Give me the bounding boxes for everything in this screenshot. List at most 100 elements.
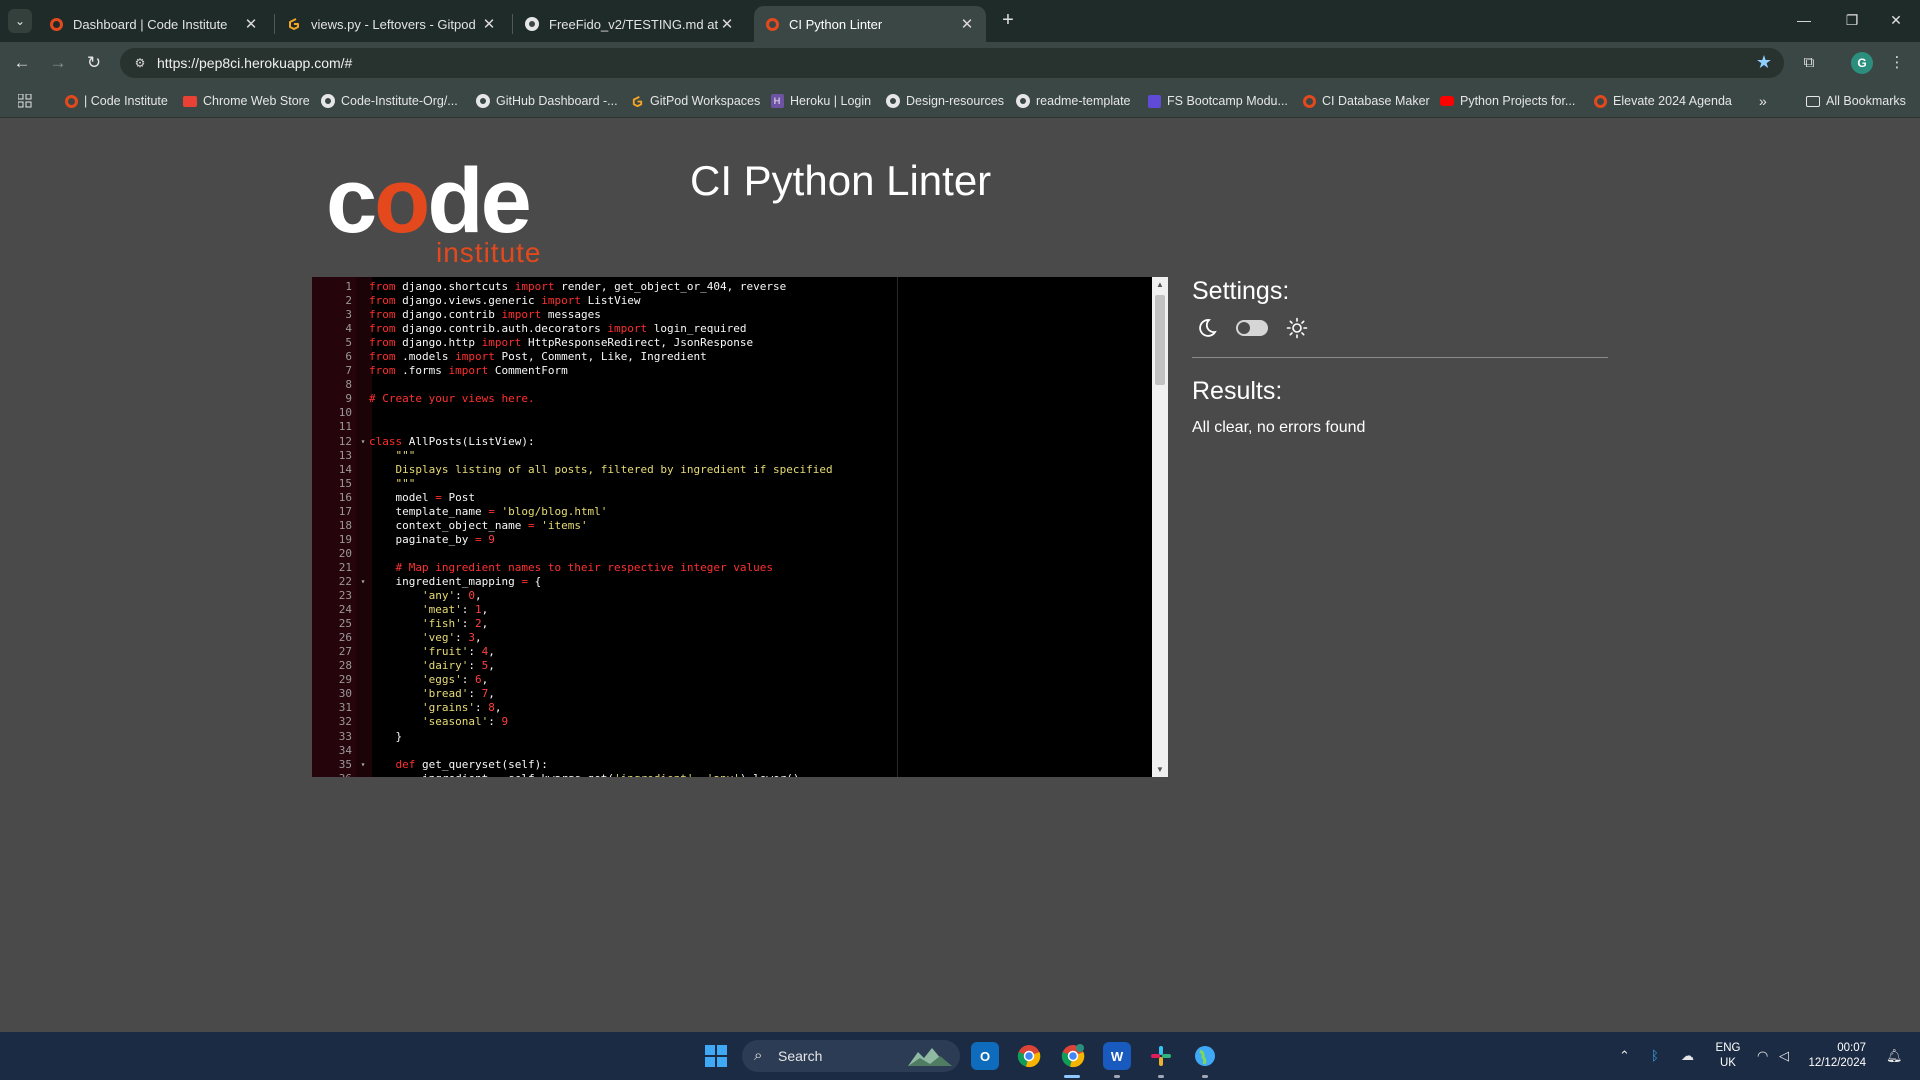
site-settings-icon[interactable]: ⚙ bbox=[132, 55, 148, 71]
scrollbar-thumb[interactable] bbox=[1155, 295, 1165, 385]
code-line[interactable]: 18 context_object_name = 'items' bbox=[312, 519, 1152, 533]
bookmark-item[interactable]: | Code Institute bbox=[64, 92, 168, 110]
word-icon[interactable]: W bbox=[1103, 1042, 1131, 1070]
code-line[interactable]: 20 bbox=[312, 547, 1152, 561]
bookmark-item[interactable]: Python Projects for... bbox=[1440, 92, 1575, 110]
bookmark-item[interactable]: Chrome Web Store bbox=[183, 92, 310, 110]
system-clock[interactable]: 00:07 12/12/2024 bbox=[1808, 1041, 1866, 1071]
code-line[interactable]: 35 ▾ def get_queryset(self): bbox=[312, 758, 1152, 772]
code-line[interactable]: 9 # Create your views here. bbox=[312, 392, 1152, 406]
window-close-button[interactable]: ✕ bbox=[1876, 8, 1916, 32]
code-line[interactable]: 15 """ bbox=[312, 477, 1152, 491]
code-line[interactable]: 23 'any': 0, bbox=[312, 589, 1152, 603]
scroll-up-icon[interactable]: ▲ bbox=[1152, 280, 1168, 289]
tray-overflow-icon[interactable]: ⌃ bbox=[1619, 1048, 1630, 1064]
globe-icon[interactable] bbox=[1191, 1042, 1219, 1070]
code-line[interactable]: 14 Displays listing of all posts, filter… bbox=[312, 463, 1152, 477]
bookmark-star-icon[interactable]: ★ bbox=[1756, 52, 1772, 73]
restore-button[interactable]: ❐ bbox=[1832, 8, 1872, 32]
code-line[interactable]: 34 bbox=[312, 744, 1152, 758]
windows-start-icon[interactable] bbox=[705, 1045, 727, 1067]
code-line[interactable]: 3 from django.contrib import messages bbox=[312, 308, 1152, 322]
code-line[interactable]: 33 } bbox=[312, 730, 1152, 744]
bookmark-item[interactable]: FS Bootcamp Modu... bbox=[1147, 92, 1288, 110]
code-line[interactable]: 28 'dairy': 5, bbox=[312, 659, 1152, 673]
close-icon[interactable]: ✕ bbox=[242, 15, 260, 33]
chrome-profile-icon[interactable] bbox=[1059, 1042, 1087, 1070]
menu-icon[interactable]: ⋮ bbox=[1885, 51, 1909, 75]
code-line[interactable]: 4 from django.contrib.auth.decorators imp… bbox=[312, 322, 1152, 336]
bookmark-item[interactable]: CI Database Maker bbox=[1302, 92, 1430, 110]
moon-icon[interactable] bbox=[1196, 317, 1218, 339]
close-icon[interactable]: ✕ bbox=[480, 15, 498, 33]
forward-button[interactable]: → bbox=[46, 51, 70, 75]
cloud-icon[interactable]: ☁ bbox=[1681, 1048, 1694, 1064]
code-line[interactable]: 32 'seasonal': 9 bbox=[312, 715, 1152, 729]
notification-bell-icon[interactable]: 🔔︎ bbox=[1886, 1048, 1903, 1064]
address-bar[interactable]: ⚙ https://pep8ci.herokuapp.com/# ★ bbox=[120, 48, 1784, 78]
tab-freefido-testing[interactable]: FreeFido_v2/TESTING.md at ma ✕ bbox=[514, 6, 746, 42]
language-indicator[interactable]: ENG UK bbox=[1714, 1041, 1742, 1071]
code-line[interactable]: 16 model = Post bbox=[312, 491, 1152, 505]
fold-arrow-icon[interactable]: ▾ bbox=[356, 435, 370, 449]
code-line[interactable]: 26 'veg': 3, bbox=[312, 631, 1152, 645]
new-tab-button[interactable]: + bbox=[996, 9, 1020, 33]
close-icon[interactable]: ✕ bbox=[958, 15, 976, 33]
code-line[interactable]: 12 ▾ class AllPosts(ListView): bbox=[312, 435, 1152, 449]
reload-button[interactable]: ↻ bbox=[82, 51, 106, 75]
fold-arrow-icon[interactable]: ▾ bbox=[356, 758, 370, 772]
code-line[interactable]: 21 # Map ingredient names to their respe… bbox=[312, 561, 1152, 575]
code-line[interactable]: 31 'grains': 8, bbox=[312, 701, 1152, 715]
code-line[interactable]: 7 from .forms import CommentForm bbox=[312, 364, 1152, 378]
code-line[interactable]: 8 bbox=[312, 378, 1152, 392]
bookmark-item[interactable]: readme-template bbox=[1016, 92, 1131, 110]
code-line[interactable]: 19 paginate_by = 9 bbox=[312, 533, 1152, 547]
code-line[interactable]: 25 'fish': 2, bbox=[312, 617, 1152, 631]
slack-icon[interactable] bbox=[1147, 1042, 1175, 1070]
bookmark-item[interactable]: GitPod Workspaces bbox=[630, 92, 760, 110]
sun-icon[interactable] bbox=[1286, 317, 1308, 339]
volume-icon[interactable]: ◁ bbox=[1779, 1048, 1789, 1064]
code-line[interactable]: 1 from django.shortcuts import render, ge… bbox=[312, 280, 1152, 294]
bluetooth-icon[interactable]: ᛒ bbox=[1651, 1048, 1659, 1063]
code-line[interactable]: 13 """ bbox=[312, 449, 1152, 463]
code-line[interactable]: 22 ▾ ingredient_mapping = { bbox=[312, 575, 1152, 589]
tab-dashboard[interactable]: Dashboard | Code Institute ✕ bbox=[38, 6, 270, 42]
minimize-button[interactable]: — bbox=[1784, 8, 1824, 32]
code-line[interactable]: 17 template_name = 'blog/blog.html' bbox=[312, 505, 1152, 519]
fold-arrow-icon[interactable]: ▾ bbox=[356, 575, 370, 589]
bookmark-item[interactable]: H Heroku | Login bbox=[770, 92, 871, 110]
code-line[interactable]: 10 bbox=[312, 406, 1152, 420]
tab-views-gitpod[interactable]: views.py - Leftovers - Gitpod Co ✕ bbox=[276, 6, 508, 42]
editor-scrollbar[interactable]: ▲ ▼ bbox=[1152, 277, 1168, 777]
code-line[interactable]: 27 'fruit': 4, bbox=[312, 645, 1152, 659]
tab-ci-python-linter[interactable]: CI Python Linter ✕ bbox=[754, 6, 986, 42]
code-line[interactable]: 30 'bread': 7, bbox=[312, 687, 1152, 701]
code-line[interactable]: 6 from .models import Post, Comment, Like… bbox=[312, 350, 1152, 364]
bookmark-item[interactable]: Design-resources bbox=[886, 92, 1004, 110]
taskbar-search[interactable]: ⌕ Search bbox=[742, 1040, 960, 1072]
tab-search-chevron-icon[interactable]: ⌄ bbox=[8, 9, 32, 33]
bookmark-item[interactable]: Elevate 2024 Agenda bbox=[1593, 92, 1732, 110]
code-editor[interactable]: 1 from django.shortcuts import render, ge… bbox=[312, 277, 1168, 777]
back-button[interactable]: ← bbox=[10, 51, 34, 75]
bookmarks-overflow-icon[interactable]: » bbox=[1759, 92, 1767, 110]
code-line[interactable]: 11 bbox=[312, 420, 1152, 434]
code-lines[interactable]: 1 from django.shortcuts import render, ge… bbox=[312, 280, 1152, 777]
code-line[interactable]: 36 ingredient = self.kwargs.get('ingredi… bbox=[312, 772, 1152, 777]
profile-avatar[interactable]: G bbox=[1851, 52, 1873, 74]
close-icon[interactable]: ✕ bbox=[718, 15, 736, 33]
code-line[interactable]: 29 'eggs': 6, bbox=[312, 673, 1152, 687]
all-bookmarks-button[interactable]: All Bookmarks bbox=[1806, 92, 1906, 110]
bookmark-item[interactable]: GitHub Dashboard -... bbox=[476, 92, 618, 110]
code-line[interactable]: 24 'meat': 1, bbox=[312, 603, 1152, 617]
apps-grid-icon[interactable] bbox=[18, 92, 32, 110]
outlook-icon[interactable]: O bbox=[971, 1042, 999, 1070]
chrome-icon[interactable] bbox=[1015, 1042, 1043, 1070]
wifi-icon[interactable]: ◠ bbox=[1757, 1048, 1768, 1064]
theme-toggle[interactable] bbox=[1236, 320, 1268, 336]
code-line[interactable]: 5 from django.http import HttpResponseRed… bbox=[312, 336, 1152, 350]
scroll-down-icon[interactable]: ▼ bbox=[1152, 765, 1168, 774]
bookmark-item[interactable]: Code-Institute-Org/... bbox=[321, 92, 458, 110]
extensions-icon[interactable]: ⧉ bbox=[1797, 51, 1821, 75]
